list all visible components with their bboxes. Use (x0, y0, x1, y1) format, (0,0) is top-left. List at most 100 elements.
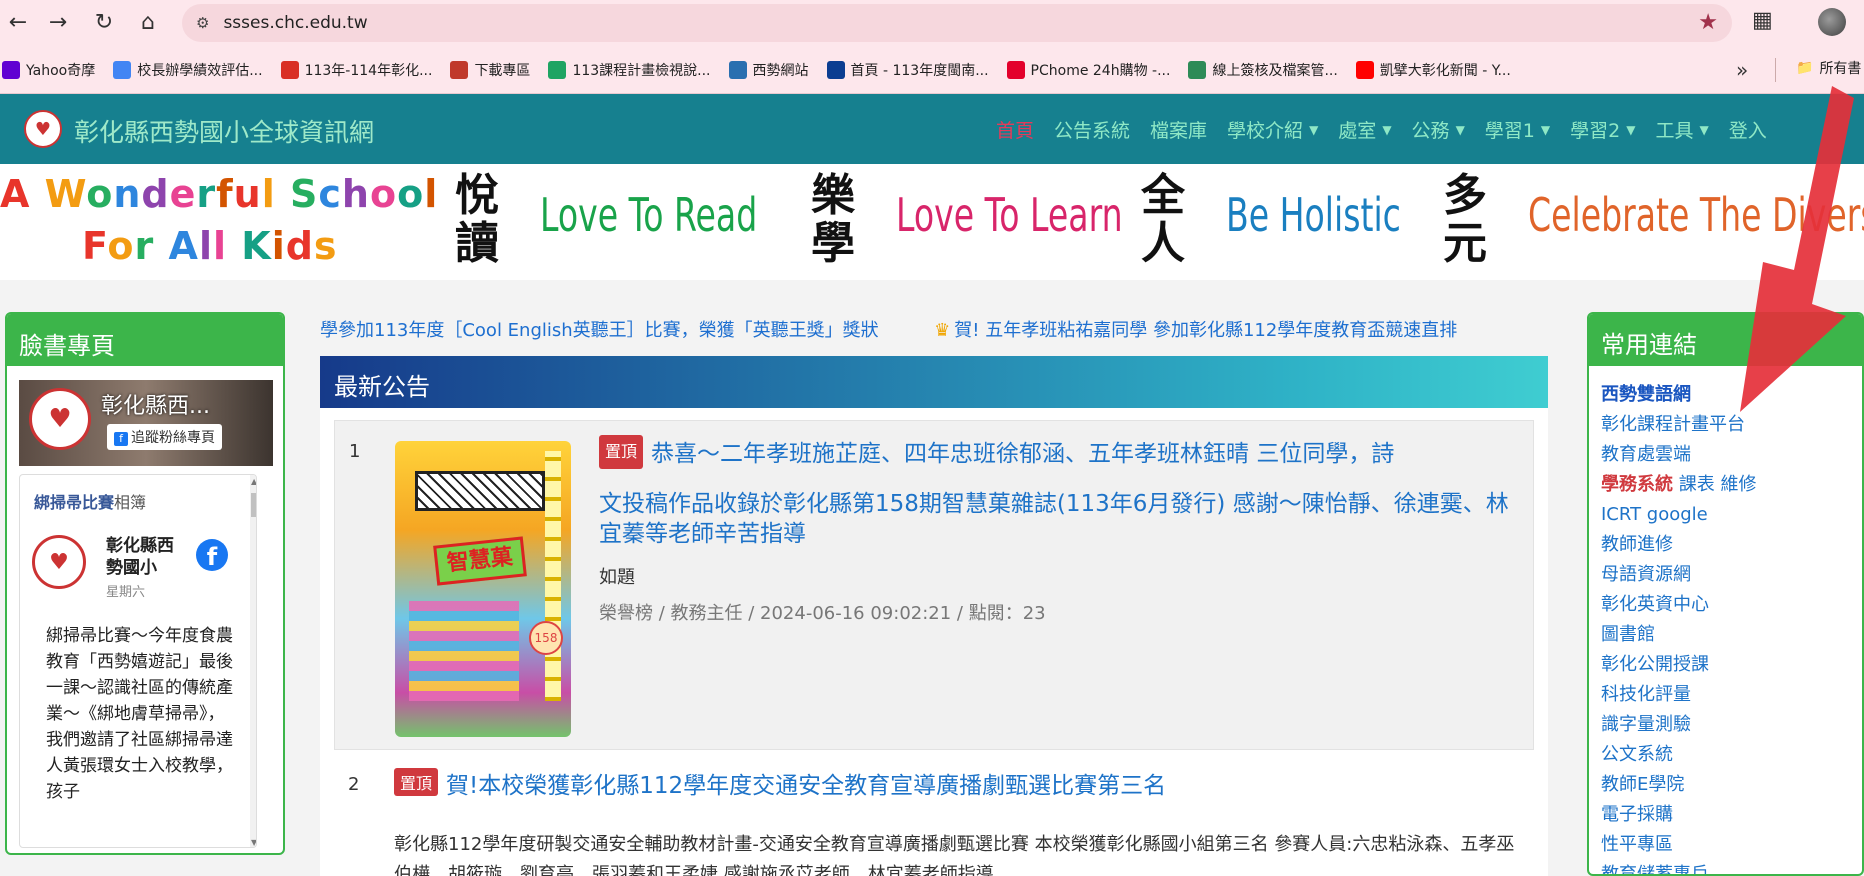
marquee-item[interactable]: 賀! 五年孝班粘祐嘉同學 參加彰化縣112學年度教育盃競速直排 (954, 320, 1457, 340)
bookmark-item[interactable]: 線上簽核及檔案管... (1188, 60, 1338, 80)
site-settings-icon[interactable]: ⚙ (196, 14, 209, 32)
announcements-panel: 最新公告 1 智慧菓 158 置頂 恭喜～二年孝班施芷庭、四年忠班徐郁涵、五年孝班… (320, 356, 1548, 876)
thumbnail-badge: 158 (529, 621, 563, 655)
item-number: 1 (349, 441, 361, 462)
quick-link[interactable]: 彰化英資中心 (1601, 590, 1756, 620)
bookmark-item[interactable]: 首頁 - 113年度閩南... (826, 60, 989, 80)
page-avatar[interactable]: ♥ (32, 535, 86, 589)
post-date[interactable]: 星期六 (106, 581, 145, 600)
back-icon[interactable]: ← (0, 4, 36, 40)
all-bookmarks-folder[interactable]: 📁 所有書 (1796, 58, 1861, 78)
facebook-feed[interactable]: 綁掃帚比賽相簿 ♥ 彰化縣西勢國小 星期六 f 綁掃帚比賽～今年度食農教育「西勢… (19, 474, 257, 848)
sign-icon (1188, 60, 1207, 79)
quick-link[interactable]: ICRT google (1601, 500, 1756, 530)
quick-link[interactable]: 彰化課程計畫平台 (1601, 410, 1756, 440)
school-icon (728, 60, 747, 79)
facebook-icon: f (114, 432, 128, 446)
facebook-panel: 臉書專頁 ♥ 彰化縣西... f 追蹤粉絲專頁 綁掃帚比賽相簿 ♥ 彰化縣西勢國小… (5, 312, 285, 855)
nav-item[interactable]: 登入 (1729, 116, 1767, 143)
quick-link[interactable]: 教師進修 (1601, 530, 1756, 560)
quick-link[interactable]: 維修 (1720, 474, 1756, 495)
quick-link[interactable]: 公文系統 (1601, 740, 1756, 770)
banner-motto-characters: 多元 (1443, 170, 1487, 269)
post-author[interactable]: 彰化縣西勢國小 (106, 535, 186, 579)
quick-link[interactable]: 西勢雙語網 (1601, 380, 1756, 410)
bookmarks-overflow-icon[interactable]: » (1736, 58, 1748, 82)
bookmark-item[interactable]: 校長辦學績效評估... (113, 60, 263, 80)
pchome-icon (1006, 60, 1025, 79)
nav-item[interactable]: 公告系統 (1054, 116, 1130, 143)
nav-item[interactable]: 工具 ▼ (1655, 116, 1708, 143)
pinned-badge: 置頂 (599, 435, 644, 469)
quick-link[interactable]: 識字量測驗 (1601, 710, 1756, 740)
drive-icon (548, 60, 567, 79)
bookmark-label: 凱擘大彰化新聞 - Y... (1379, 62, 1511, 79)
post-header: ♥ 彰化縣西勢國小 星期六 f (20, 525, 256, 607)
quick-link[interactable]: 電子採購 (1601, 800, 1756, 830)
nav-item[interactable]: 檔案庫 (1150, 116, 1207, 143)
yahoo-icon (2, 60, 20, 79)
bookmark-item[interactable]: 西勢網站 (728, 60, 809, 80)
announcement-item: 1 智慧菓 158 置頂 恭喜～二年孝班施芷庭、四年忠班徐郁涵、五年孝班林鈺晴 三… (334, 420, 1534, 750)
quick-link[interactable]: 圖書館 (1601, 620, 1756, 650)
dropdown-caret-icon: ▼ (1382, 123, 1392, 137)
quick-link[interactable]: 教育處雲端 (1601, 440, 1756, 470)
nav-item[interactable]: 學習1 ▼ (1485, 116, 1550, 143)
reload-icon[interactable]: ↻ (86, 4, 122, 40)
facebook-icon[interactable]: f (196, 539, 228, 571)
bookmark-label: 首頁 - 113年度閩南... (850, 62, 989, 79)
address-bar[interactable]: ⚙ ★ (182, 4, 1732, 42)
marquee-item[interactable]: 學參加113年度［Cool English英聽王］比賽，榮獲「英聽王獎」獎狀 (320, 320, 879, 340)
nav-item[interactable]: 處室 ▼ (1338, 116, 1391, 143)
bookmark-item[interactable]: 113年-114年彰化... (280, 60, 433, 80)
bookmark-item[interactable]: PChome 24h購物 -... (1006, 60, 1170, 80)
quick-link[interactable]: 教師E學院 (1601, 770, 1756, 800)
bookmark-label: 113年-114年彰化... (304, 62, 433, 79)
nav-item[interactable]: 學校介紹 ▼ (1227, 116, 1318, 143)
news-marquee[interactable]: 學參加113年度［Cool English英聽王］比賽，榮獲「英聽王獎」獎狀 ♛… (320, 316, 1548, 340)
school-logo-icon: ♥ (29, 388, 91, 450)
announcement-title-link[interactable]: 置頂 恭喜～二年孝班施芷庭、四年忠班徐郁涵、五年孝班林鈺晴 三位同學，詩 文投稿作… (599, 435, 1519, 549)
nav-item[interactable]: 公務 ▼ (1412, 116, 1465, 143)
extensions-icon[interactable]: ▦ (1752, 8, 1773, 33)
facebook-cover[interactable]: ♥ 彰化縣西... f 追蹤粉絲專頁 (19, 380, 273, 466)
announcement-thumbnail[interactable]: 智慧菓 158 (395, 441, 571, 737)
quick-link[interactable]: 科技化評量 (1601, 680, 1756, 710)
bookmark-item[interactable]: 凱擘大彰化新聞 - Y... (1355, 60, 1511, 80)
banner-motto-phrase: Celebrate The Diversity (1528, 188, 1864, 242)
quick-link[interactable]: 性平專區 (1601, 830, 1756, 860)
quick-link[interactable]: 學務系統 課表 維修 (1601, 470, 1756, 500)
scrollbar-thumb[interactable] (251, 493, 256, 517)
announcement-meta: 榮譽榜 / 教務主任 / 2024-06-16 09:02:21 / 點閱：23 (599, 603, 1046, 624)
home-icon[interactable]: ⌂ (130, 4, 166, 40)
feed-scrollbar[interactable]: ▲ ▼ (250, 475, 256, 847)
follow-page-button[interactable]: f 追蹤粉絲專頁 (107, 424, 222, 450)
bookmark-item[interactable]: 下載專區 (450, 60, 530, 80)
scroll-up-icon[interactable]: ▲ (251, 477, 256, 486)
bookmark-star-icon[interactable]: ★ (1698, 10, 1718, 35)
announcement-summary: 如題 (599, 567, 635, 588)
url-input[interactable] (223, 13, 1624, 33)
quick-link[interactable]: 母語資源網 (1601, 560, 1756, 590)
banner-motto-phrase: Love To Learn (896, 188, 1123, 242)
bookmark-label: 西勢網站 (752, 62, 809, 79)
quick-link[interactable]: 彰化公開授課 (1601, 650, 1756, 680)
nav-item[interactable]: 首頁 (996, 116, 1034, 143)
bookmark-item[interactable]: Yahoo奇摩 (2, 60, 95, 80)
item-number: 2 (348, 774, 360, 795)
quick-link[interactable]: 課表 (1679, 474, 1715, 495)
quick-link[interactable]: 教育儲蓄專戶 (1601, 860, 1756, 874)
announcement-summary: 彰化縣112學年度研製交通安全輔助教材計畫-交通安全教育宣導廣播劇甄選比賽 本校… (394, 834, 1515, 876)
facebook-page-name[interactable]: 彰化縣西... (101, 388, 210, 420)
forward-icon[interactable]: → (40, 4, 76, 40)
announcement-title-link[interactable]: 置頂 賀!本校榮獲彰化縣112學年度交通安全教育宣導廣播劇甄選比賽第三名 (394, 766, 1166, 800)
site-title[interactable]: 彰化縣西勢國小全球資訊網 (74, 113, 374, 149)
profile-avatar[interactable] (1818, 8, 1846, 36)
album-link[interactable]: 綁掃帚比賽相簿 (34, 489, 146, 513)
site-navbar: ♥ 彰化縣西勢國小全球資訊網 首頁 公告系統 檔案庫 學校介紹 ▼ 處室 ▼ 公務 ▼ 學習1 ▼ 學… (0, 94, 1864, 164)
banner-motto-phrase: Love To Read (540, 188, 758, 242)
bookmark-item[interactable]: 113課程計畫檢視說... (548, 60, 711, 80)
scroll-down-icon[interactable]: ▼ (251, 838, 256, 847)
school-logo-icon[interactable]: ♥ (24, 110, 62, 148)
nav-item[interactable]: 學習2 ▼ (1570, 116, 1635, 143)
